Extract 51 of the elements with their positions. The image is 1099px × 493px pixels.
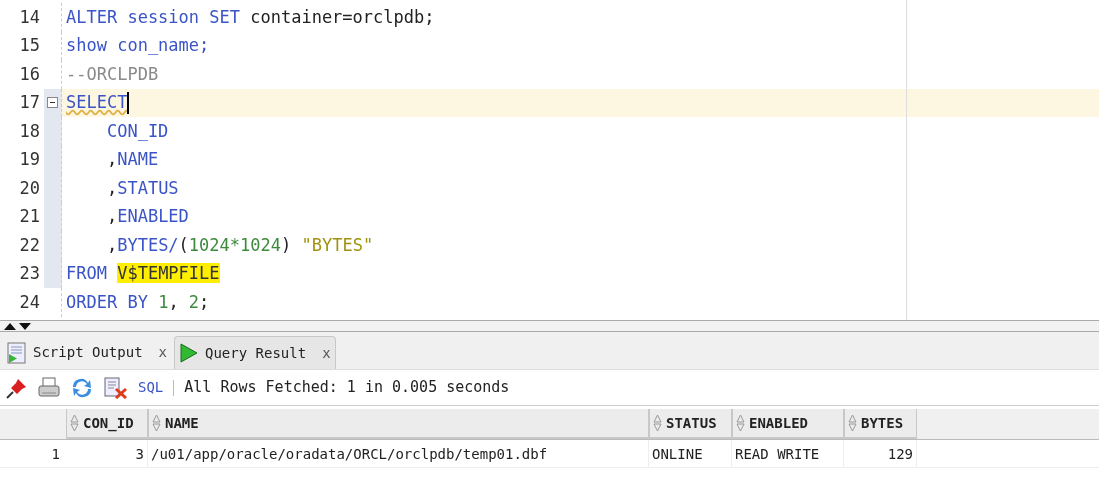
column-header[interactable]: ENABLED	[732, 409, 844, 439]
table-cell: ONLINE	[649, 440, 732, 467]
code-line: --ORCLPDB	[66, 62, 159, 86]
result-tab[interactable]: Script Output x	[3, 336, 171, 369]
column-header[interactable]: BYTES	[844, 409, 917, 439]
text-cursor	[127, 91, 130, 114]
splitter-arrows-icon[interactable]	[3, 321, 33, 331]
play-icon	[179, 343, 199, 363]
code-line: show con_name;	[66, 34, 210, 57]
line-number: 16	[19, 62, 40, 86]
code-line: ,ENABLED	[105, 205, 189, 228]
code-line: ,BYTES/(1024*1024) "BYTES"	[105, 233, 374, 257]
line-number: 21	[19, 205, 40, 228]
row-number: 1	[50, 445, 61, 464]
printer-icon[interactable]	[38, 376, 60, 399]
refresh-icon[interactable]	[70, 376, 94, 399]
code-line: ORDER BY 1, 2;	[66, 290, 210, 314]
table-cell: READ WRITE	[732, 440, 844, 467]
pin-icon[interactable]	[6, 376, 28, 399]
line-number: 22	[19, 233, 40, 257]
line-number: 17	[19, 91, 40, 114]
code-line: ,STATUS	[105, 176, 179, 200]
column-header[interactable]: STATUS	[649, 409, 732, 439]
code-line: ALTER session SET container=orclpdb;	[66, 5, 435, 29]
line-number: 19	[19, 148, 40, 171]
table-cell: 129	[844, 440, 917, 467]
line-number: 20	[19, 176, 40, 200]
sort-icon	[152, 414, 161, 432]
sort-icon	[848, 414, 857, 432]
code-line: CON_ID	[105, 119, 169, 143]
document-icon	[7, 341, 27, 364]
line-number: 15	[19, 34, 40, 57]
fetch-status: All Rows Fetched: 1 in 0.005 seconds	[184, 377, 510, 399]
code-line: ,NAME	[105, 148, 159, 171]
column-header[interactable]: NAME	[148, 409, 649, 439]
line-number: 18	[19, 119, 40, 143]
column-header[interactable]: CON_ID	[66, 409, 148, 439]
line-number: 24	[19, 290, 40, 314]
sql-link[interactable]: SQL	[138, 377, 164, 398]
sort-icon	[70, 414, 79, 432]
code-line: FROM V$TEMPFILE	[66, 262, 220, 285]
table-cell: /u01/app/oracle/oradata/ORCL/orclpdb/temp01.dbf	[148, 440, 649, 467]
collapse-icon[interactable]	[47, 97, 58, 109]
sort-icon	[653, 414, 662, 432]
code-line: SELECT	[66, 91, 128, 114]
line-number: 14	[19, 5, 40, 29]
result-tab[interactable]: Query Result x	[174, 336, 336, 369]
sort-icon	[736, 414, 745, 432]
table-cell: 3	[66, 440, 148, 467]
delete-document-icon[interactable]	[104, 376, 128, 399]
line-number: 23	[19, 262, 40, 285]
